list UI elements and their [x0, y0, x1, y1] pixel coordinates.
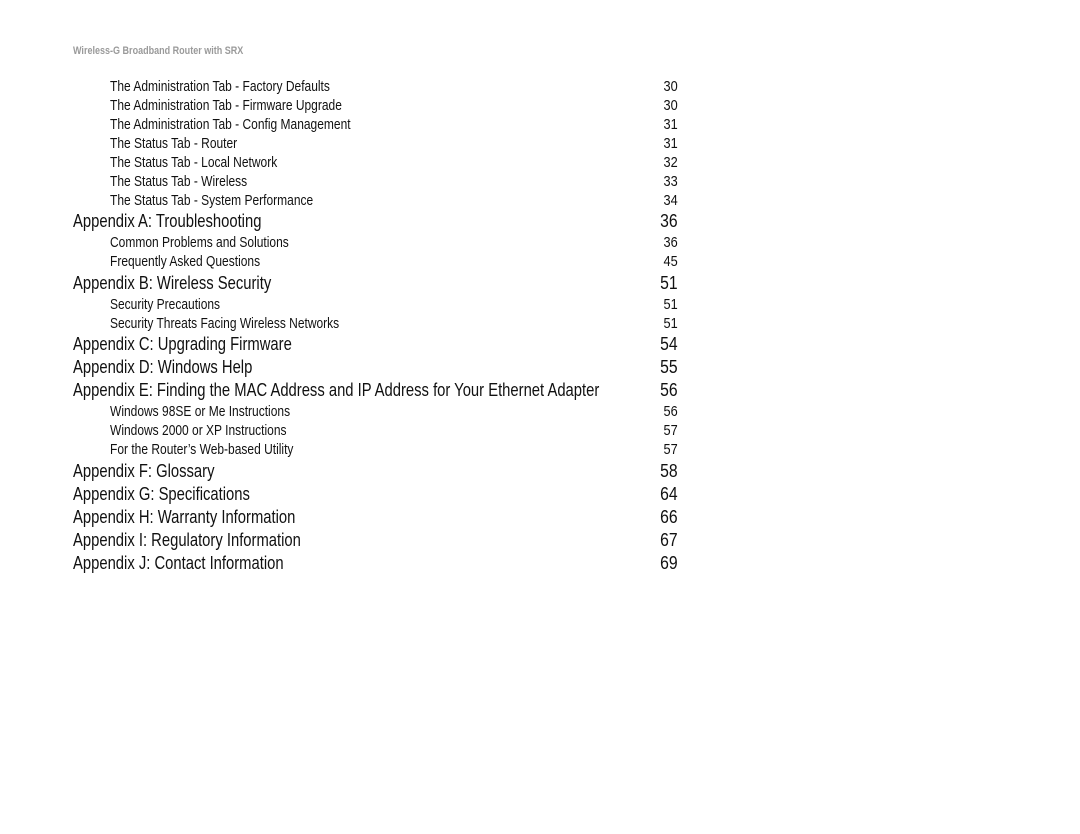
toc-entry-page: 31: [663, 116, 678, 133]
toc-entry[interactable]: Common Problems and Solutions 36: [0, 234, 1080, 254]
toc-entry-title[interactable]: Windows 98SE or Me Instructions: [110, 403, 290, 420]
toc-section-title[interactable]: Appendix B: Wireless Security: [73, 272, 271, 294]
toc-section-page: 54: [660, 333, 678, 354]
toc-entry-title[interactable]: The Administration Tab - Config Manageme…: [110, 116, 351, 133]
toc-entry-page: 30: [663, 97, 678, 114]
toc-entry-page: 34: [663, 192, 678, 209]
toc-section-title[interactable]: Appendix J: Contact Information: [73, 552, 284, 574]
toc-entry[interactable]: Windows 98SE or Me Instructions 56: [0, 403, 1080, 423]
toc-section[interactable]: Appendix H: Warranty Information 66: [0, 506, 1080, 528]
toc-entry-page: 51: [663, 296, 678, 313]
toc-entry[interactable]: The Status Tab - Wireless 33: [0, 173, 1080, 193]
toc-section-title[interactable]: Appendix E: Finding the MAC Address and …: [73, 379, 599, 401]
toc-entry-page: 31: [663, 135, 678, 152]
toc-section[interactable]: Appendix G: Specifications 64: [0, 483, 1080, 505]
toc-entry[interactable]: Security Threats Facing Wireless Network…: [0, 315, 1080, 335]
toc-section-page: 69: [660, 552, 678, 573]
toc-entry[interactable]: Frequently Asked Questions 45: [0, 253, 1080, 273]
toc-section-page: 58: [660, 460, 678, 481]
toc-entry[interactable]: The Administration Tab - Factory Default…: [0, 78, 1080, 98]
toc-entry-title[interactable]: The Status Tab - System Performance: [110, 192, 313, 209]
toc-section[interactable]: Appendix B: Wireless Security 51: [0, 272, 1080, 294]
toc-entry-title[interactable]: Frequently Asked Questions: [110, 253, 260, 270]
toc-section-page: 36: [660, 210, 678, 231]
toc-section[interactable]: Appendix J: Contact Information 69: [0, 552, 1080, 574]
toc-section-page: 67: [660, 529, 678, 550]
toc-entry-page: 51: [663, 315, 678, 332]
toc-entry[interactable]: The Status Tab - System Performance 34: [0, 192, 1080, 212]
toc-section-title[interactable]: Appendix D: Windows Help: [73, 356, 252, 378]
toc-entry-page: 57: [663, 422, 678, 439]
toc-entry[interactable]: Windows 2000 or XP Instructions 57: [0, 422, 1080, 442]
toc-entry-title[interactable]: The Status Tab - Router: [110, 135, 237, 152]
toc-section-title[interactable]: Appendix I: Regulatory Information: [73, 529, 301, 551]
toc-section-title[interactable]: Appendix C: Upgrading Firmware: [73, 333, 292, 355]
toc-section-title[interactable]: Appendix A: Troubleshooting: [73, 210, 261, 232]
toc-entry-title[interactable]: Windows 2000 or XP Instructions: [110, 422, 287, 439]
toc-entry[interactable]: For the Router’s Web-based Utility 57: [0, 441, 1080, 461]
toc-section[interactable]: Appendix A: Troubleshooting 36: [0, 210, 1080, 232]
toc-entry-page: 30: [663, 78, 678, 95]
toc-entry-title[interactable]: The Status Tab - Local Network: [110, 154, 277, 171]
toc-entry-title[interactable]: Security Precautions: [110, 296, 220, 313]
toc-section-title[interactable]: Appendix G: Specifications: [73, 483, 250, 505]
toc-entry-page: 57: [663, 441, 678, 458]
toc-entry-title[interactable]: Common Problems and Solutions: [110, 234, 289, 251]
toc-section-page: 56: [660, 379, 678, 400]
toc-entry-page: 33: [663, 173, 678, 190]
toc-entry-title[interactable]: The Administration Tab - Firmware Upgrad…: [110, 97, 342, 114]
toc-section[interactable]: Appendix C: Upgrading Firmware 54: [0, 333, 1080, 355]
toc-entry-title[interactable]: Security Threats Facing Wireless Network…: [110, 315, 339, 332]
toc-section[interactable]: Appendix I: Regulatory Information 67: [0, 529, 1080, 551]
toc-entry[interactable]: The Status Tab - Local Network 32: [0, 154, 1080, 174]
toc-entry-title[interactable]: The Status Tab - Wireless: [110, 173, 247, 190]
running-header: Wireless-G Broadband Router with SRX: [73, 45, 244, 57]
toc-section-page: 66: [660, 506, 678, 527]
toc-section-title[interactable]: Appendix H: Warranty Information: [73, 506, 295, 528]
toc-section[interactable]: Appendix D: Windows Help 55: [0, 356, 1080, 378]
toc-section-page: 51: [660, 272, 678, 293]
toc-entry-page: 32: [663, 154, 678, 171]
toc-entry-title[interactable]: The Administration Tab - Factory Default…: [110, 78, 330, 95]
toc-section[interactable]: Appendix E: Finding the MAC Address and …: [0, 379, 1080, 401]
toc-entry[interactable]: The Administration Tab - Config Manageme…: [0, 116, 1080, 136]
toc-entry-page: 45: [663, 253, 678, 270]
toc-section-page: 64: [660, 483, 678, 504]
toc-entry[interactable]: Security Precautions 51: [0, 296, 1080, 316]
toc-section-title[interactable]: Appendix F: Glossary: [73, 460, 214, 482]
toc-entry-page: 36: [663, 234, 678, 251]
toc-entry-title[interactable]: For the Router’s Web-based Utility: [110, 441, 293, 458]
toc-entry-page: 56: [663, 403, 678, 420]
toc-section[interactable]: Appendix F: Glossary 58: [0, 460, 1080, 482]
toc-entry[interactable]: The Administration Tab - Firmware Upgrad…: [0, 97, 1080, 117]
toc-section-page: 55: [660, 356, 678, 377]
toc-entry[interactable]: The Status Tab - Router 31: [0, 135, 1080, 155]
